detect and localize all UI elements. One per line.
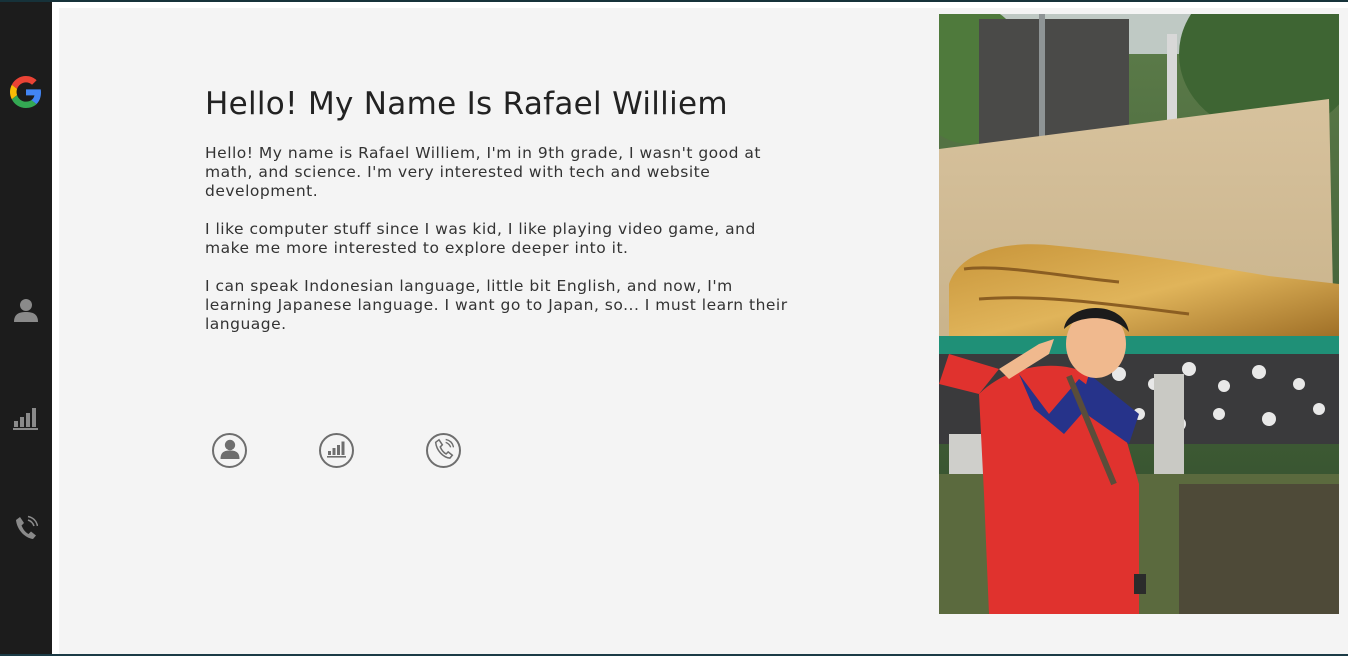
page-title: Hello! My Name Is Rafael Williem (205, 86, 728, 122)
bio-paragraph: I like computer stuff since I was kid, I… (205, 220, 756, 257)
google-icon[interactable] (10, 76, 42, 108)
skills-button[interactable] (319, 433, 354, 468)
sidebar (0, 2, 52, 656)
about-panel: Hello! My Name Is Rafael Williem Hello! … (59, 8, 1348, 656)
contact-button[interactable] (426, 433, 461, 468)
profile-photo-image (939, 14, 1339, 614)
bio-paragraph: Hello! My name is Rafael Williem, I'm in… (205, 144, 761, 200)
bio-text: Hello! My name is Rafael Williem, I'm in… (205, 144, 805, 353)
phone-icon[interactable] (10, 512, 42, 544)
bio-paragraph: I can speak Indonesian language, little … (205, 277, 788, 333)
signal-bars-circle-icon (326, 440, 347, 462)
about-button[interactable] (212, 433, 247, 468)
main-area: Hello! My Name Is Rafael Williem Hello! … (52, 2, 1348, 656)
signal-bars-icon[interactable] (10, 402, 42, 434)
page-frame: Hello! My Name Is Rafael Williem Hello! … (0, 0, 1348, 656)
person-icon[interactable] (10, 294, 42, 326)
profile-photo (939, 14, 1339, 614)
person-circle-icon (220, 438, 240, 464)
phone-circle-icon (434, 438, 454, 464)
